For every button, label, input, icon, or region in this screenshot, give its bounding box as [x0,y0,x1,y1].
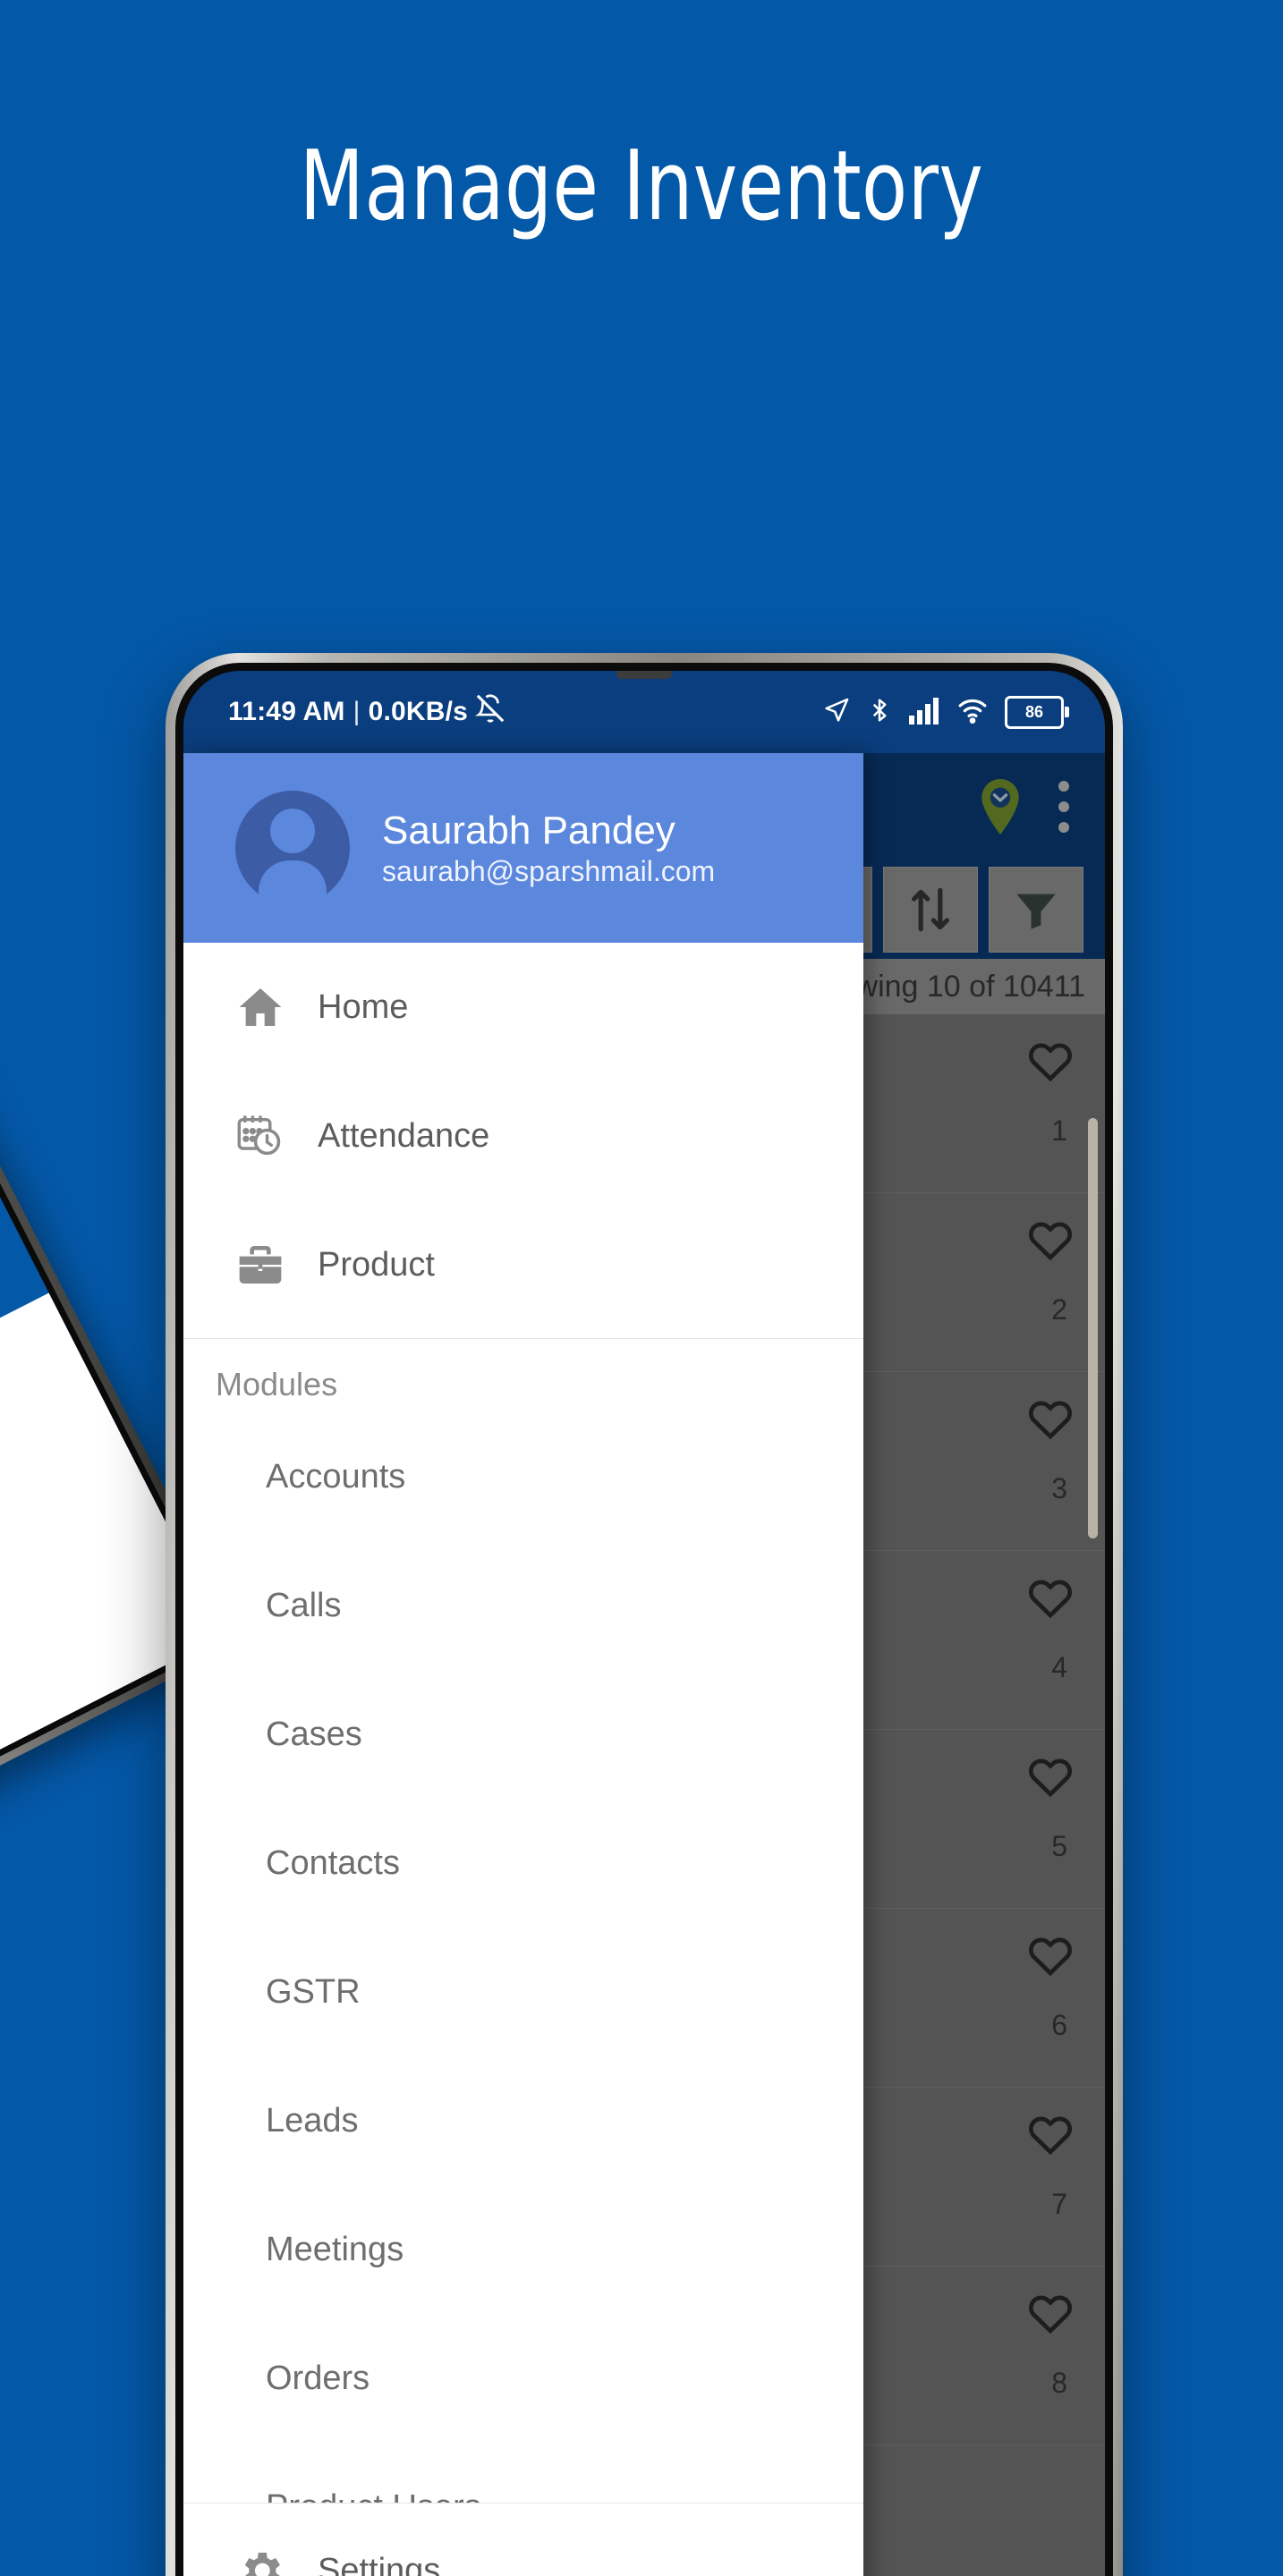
sidebar-item-gstr[interactable]: GSTR [183,1928,863,2056]
sidebar-item-product-users[interactable]: Product Users [183,2443,863,2504]
cellular-signal-icon [908,696,940,729]
briefcase-icon [235,1240,318,1290]
sidebar-item-label: Calls [266,1586,342,1624]
user-avatar-icon [235,791,350,916]
sidebar-item-contacts[interactable]: Contacts [183,1799,863,1928]
page-title: Manage Inventory [299,131,984,242]
drawer-profile-text: Saurabh Pandey saurabh@sparshmail.com [382,808,716,887]
primary-phone-screen: 11:49 AM | 0.0KB/s 86 Showing 10 of 1041… [183,671,1105,2576]
sidebar-item-label: Cases [266,1715,362,1753]
sidebar-item-settings[interactable]: Settings [183,2504,863,2576]
status-separator: | [353,697,361,726]
status-network-speed: 0.0KB/s [368,697,469,726]
sidebar-item-label: Product [318,1245,435,1284]
sidebar-item-label: Leads [266,2101,359,2140]
sidebar-item-cases[interactable]: Cases [183,1670,863,1799]
sidebar-item-label: Contacts [266,1843,400,1882]
sidebar-item-accounts[interactable]: Accounts [183,1412,863,1541]
drawer-profile-header[interactable]: Saurabh Pandey saurabh@sparshmail.com [183,753,863,943]
home-icon [235,982,318,1032]
status-bar-right: 86 [822,695,1069,730]
sidebar-item-calls[interactable]: Calls [183,1541,863,1670]
primary-phone-mockup: 11:49 AM | 0.0KB/s 86 Showing 10 of 1041… [166,653,1123,2576]
primary-phone-bezel: 11:49 AM | 0.0KB/s 86 Showing 10 of 1041… [175,663,1113,2576]
status-bar-left: 11:49 AM | 0.0KB/s [228,693,506,731]
calendar-clock-icon [235,1111,318,1161]
drawer-section-title: Modules [216,1366,338,1402]
profile-email: saurabh@sparshmail.com [382,854,716,887]
sidebar-item-label: Orders [266,2359,370,2397]
sidebar-item-label: GSTR [266,1972,361,2011]
sidebar-item-orders[interactable]: Orders [183,2314,863,2443]
sidebar-item-attendance[interactable]: Attendance [183,1072,863,1200]
sidebar-item-home[interactable]: Home [183,943,863,1072]
sidebar-item-label: Home [318,987,409,1026]
sidebar-item-product[interactable]: Product [183,1200,863,1329]
sidebar-item-label: Product Users [266,2488,481,2504]
location-arrow-icon [822,696,851,729]
vertical-scrollbar[interactable] [1088,1118,1098,1538]
sidebar-item-label: Attendance [318,1116,490,1155]
battery-icon: 86 [1005,695,1069,729]
status-bar: 11:49 AM | 0.0KB/s 86 [183,671,1105,753]
poster-canvas: Manage Inventory 86 11:49 AM [0,0,1283,2576]
sidebar-item-label: Settings [318,2551,441,2576]
status-time: 11:49 AM [228,697,345,726]
wifi-icon [956,696,990,729]
bluetooth-icon [866,695,893,730]
earpiece-notch [616,671,672,679]
bell-muted-icon [474,693,506,731]
sidebar-item-leads[interactable]: Leads [183,2056,863,2185]
drawer-items: Home Attendance Product Modules Accounts… [183,943,863,2503]
sidebar-item-meetings[interactable]: Meetings [183,2185,863,2314]
profile-name: Saurabh Pandey [382,808,675,852]
sidebar-item-label: Meetings [266,2230,404,2268]
drawer-footer: Settings [183,2503,863,2576]
gear-icon [235,2546,318,2576]
sidebar-item-label: Accounts [266,1457,406,1496]
navigation-drawer: Saurabh Pandey saurabh@sparshmail.com Ho… [183,753,863,2576]
